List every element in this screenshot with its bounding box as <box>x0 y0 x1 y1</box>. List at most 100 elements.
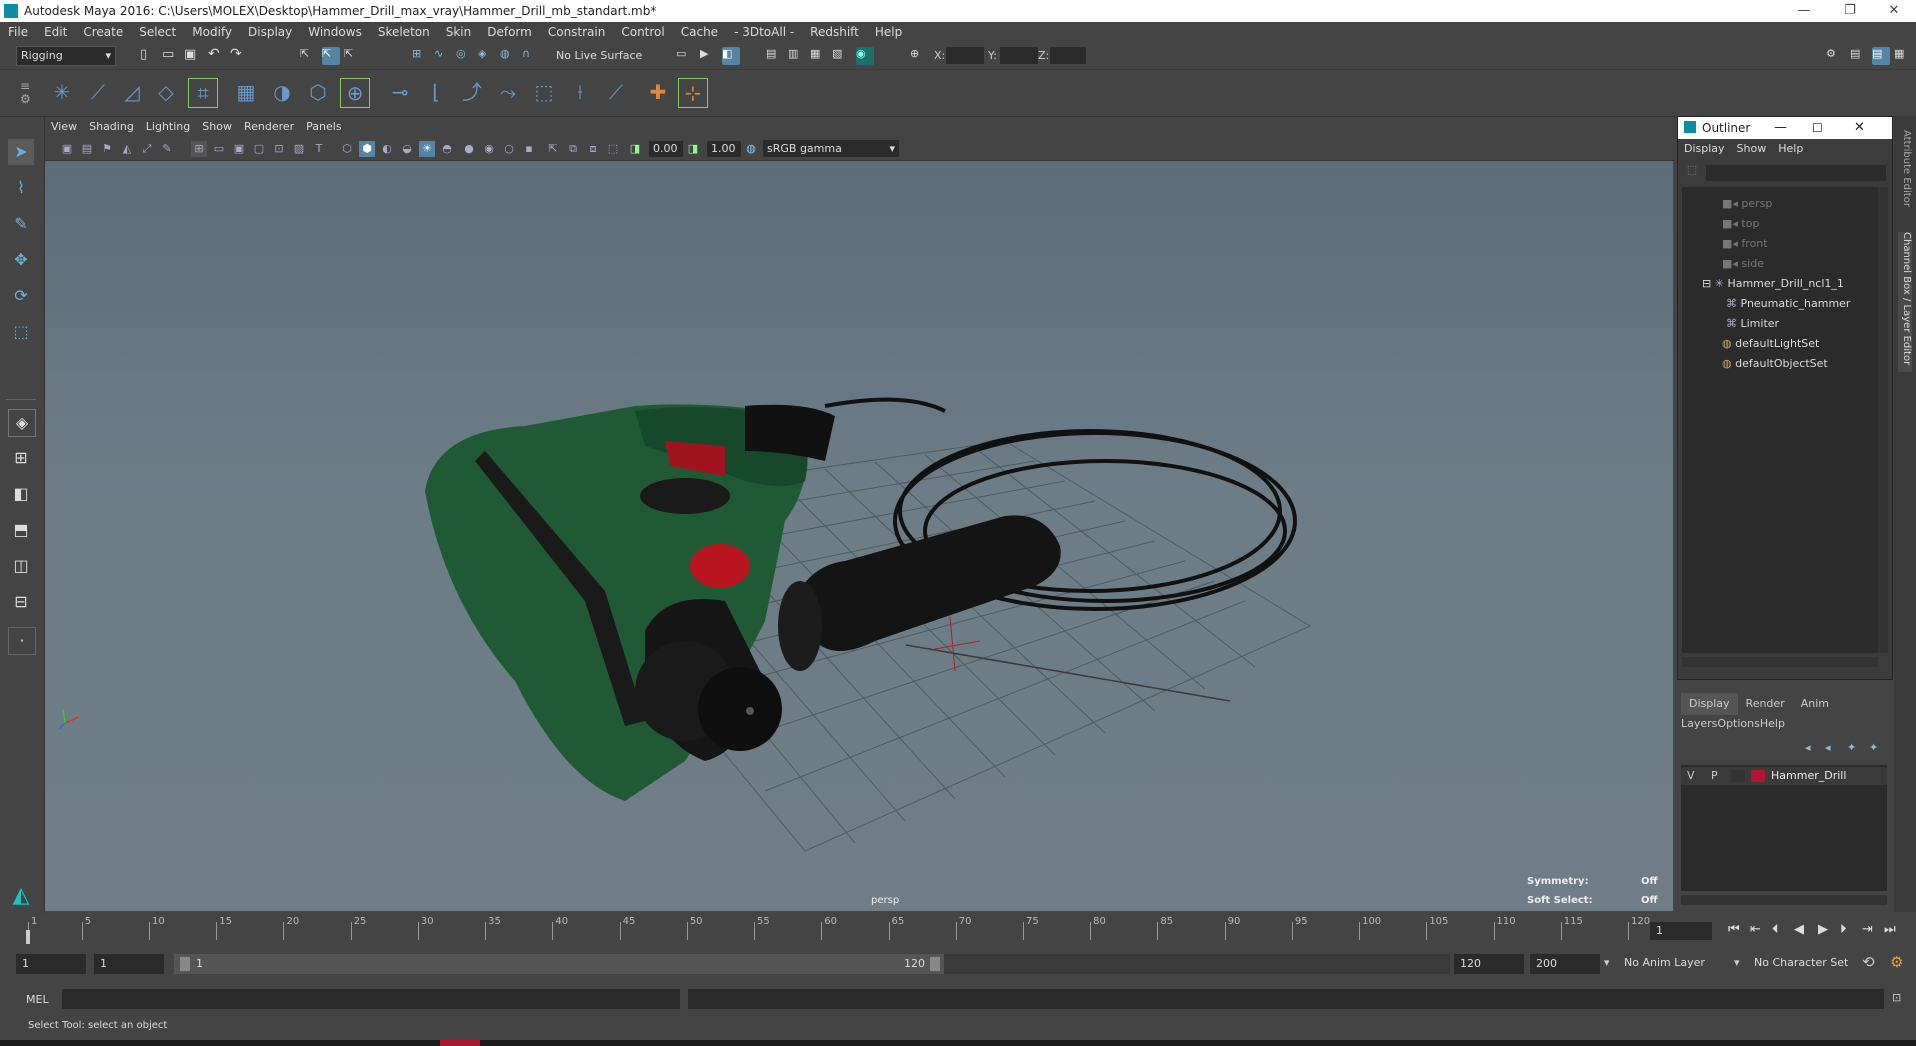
menu-redshift[interactable]: Redshift <box>802 22 867 43</box>
mode-selector[interactable]: Rigging ▾ <box>16 46 116 66</box>
shadows-icon[interactable]: ◓ <box>439 141 455 157</box>
step-back-frame-icon[interactable]: ⏴ <box>1772 922 1779 937</box>
range-bar-track[interactable] <box>944 954 1450 974</box>
start-time-field[interactable]: 1 <box>16 954 86 974</box>
minimize-button[interactable]: — <box>1784 0 1824 22</box>
step-back-key-icon[interactable]: ⇤ <box>1750 922 1761 937</box>
tab-display[interactable]: Display <box>1681 693 1738 715</box>
outliner-vertical-scrollbar[interactable] <box>1878 187 1888 653</box>
wrap-deformer-icon[interactable]: ⬡ <box>304 78 332 106</box>
paint-select-tool-icon[interactable]: ✎ <box>8 211 34 237</box>
grease-pencil-icon[interactable]: ✎ <box>159 141 175 157</box>
script-language-toggle[interactable]: MEL <box>26 993 49 1006</box>
time-slider[interactable]: 1 5 10 15 20 25 30 35 40 45 50 55 60 65 70 75 80 85 90 95 10… <box>0 914 1916 948</box>
gamma-field[interactable]: 1.00 <box>707 141 741 157</box>
snap-curve-icon[interactable]: ∿ <box>434 47 452 65</box>
select-hierarchy-icon[interactable]: ⇱ <box>300 47 318 65</box>
range-bar[interactable]: 1 120 <box>174 954 944 974</box>
playback-start-field[interactable]: 1 <box>94 954 164 974</box>
field-chart-icon[interactable]: ⊡ <box>271 141 287 157</box>
film-gate-icon[interactable]: ▭ <box>211 141 227 157</box>
save-scene-icon[interactable]: ▣ <box>184 47 202 65</box>
open-scene-icon[interactable]: ▭ <box>162 47 180 65</box>
lasso-tool-icon[interactable]: ⌇ <box>8 175 34 201</box>
outliner-item-persp[interactable]: ■◂ persp <box>1722 195 1772 213</box>
menu-control[interactable]: Control <box>613 22 672 43</box>
channel-box-icon[interactable]: ▤ <box>1872 47 1890 65</box>
new-scene-icon[interactable]: ▯ <box>140 47 158 65</box>
xray-components-icon[interactable]: ⬚ <box>605 141 621 157</box>
ik-handle-icon[interactable]: ⊸ <box>386 78 414 106</box>
live-surface-label[interactable]: No Live Surface <box>556 49 642 62</box>
create-joint-icon[interactable]: ✳ <box>48 78 76 106</box>
undo-icon[interactable]: ↶ <box>208 46 226 64</box>
character-set-dropdown[interactable]: No Character Set <box>1754 956 1848 969</box>
custom-layout-icon[interactable]: · <box>8 627 36 655</box>
tool-settings-icon[interactable]: ▦ <box>1894 47 1912 65</box>
render-settings-icon[interactable]: ▤ <box>766 47 784 65</box>
mirror-joint-icon[interactable]: ◿ <box>118 78 146 106</box>
textured-icon[interactable]: ◒ <box>399 141 415 157</box>
outliner-item-front[interactable]: ■◂ front <box>1722 235 1768 253</box>
four-view-layout-icon[interactable]: ⊞ <box>8 445 34 471</box>
paint-weights-icon[interactable]: ⟊ <box>566 78 594 106</box>
animation-preferences-icon[interactable]: ⚙ <box>1890 953 1903 971</box>
wireframe-icon[interactable]: ⬡ <box>339 141 355 157</box>
render-region-icon[interactable]: ▭ <box>676 47 694 65</box>
exposure-icon[interactable]: ◨ <box>627 141 643 157</box>
menu-constrain[interactable]: Constrain <box>540 22 614 43</box>
wireframe-on-shaded-icon[interactable]: ◐ <box>379 141 395 157</box>
go-to-end-icon[interactable]: ⏭ <box>1884 922 1896 937</box>
multisample-aa-icon[interactable]: ○ <box>501 141 517 157</box>
z-field[interactable] <box>1050 47 1086 64</box>
go-to-start-icon[interactable]: ⏮ <box>1728 922 1740 937</box>
tab-render[interactable]: Render <box>1738 693 1793 715</box>
channel-box-tab[interactable]: Channel Box / Layer Editor <box>1898 232 1912 372</box>
new-layer-icon[interactable]: ✦ <box>1847 741 1856 754</box>
bind-skin-icon[interactable]: ⌗ <box>188 78 218 108</box>
time-ruler[interactable]: 1 5 10 15 20 25 30 35 40 45 50 55 60 65 70 75 80 85 90 95 10… <box>26 914 1650 948</box>
ik-spline-icon[interactable]: ⌊ <box>422 78 450 106</box>
safe-action-icon[interactable]: ▧ <box>291 141 307 157</box>
parent-constraint-icon[interactable]: ⊹ <box>678 78 708 108</box>
ik-spring-icon[interactable]: ⤴ <box>458 78 486 106</box>
script-editor-icon[interactable]: ⊡ <box>1892 991 1901 1004</box>
select-component-icon[interactable]: ⇱ <box>344 47 362 65</box>
ik-curve-icon[interactable]: ⤳ <box>494 78 522 106</box>
y-field[interactable] <box>1000 47 1038 64</box>
select-object-icon[interactable]: ⇱ <box>322 47 340 65</box>
outliner-item-limiter[interactable]: ⌘ Limiter <box>1726 315 1779 333</box>
skin-cluster-icon[interactable]: ⬚ <box>530 78 558 106</box>
panel-menu-shading[interactable]: Shading <box>83 117 140 137</box>
depth-of-field-icon[interactable]: ▪ <box>521 141 537 157</box>
taskbar-active-app[interactable] <box>440 1040 480 1046</box>
select-tool-icon[interactable]: ➤ <box>8 139 34 165</box>
isolate-select-icon[interactable]: ⇱ <box>545 141 561 157</box>
menu-edit[interactable]: Edit <box>36 22 75 43</box>
single-perspective-layout-icon[interactable]: ◈ <box>8 409 36 437</box>
layer-menu-options[interactable]: Options <box>1717 717 1759 730</box>
new-layer-selected-icon[interactable]: ✦ <box>1869 741 1878 754</box>
outliner-menu-help[interactable]: Help <box>1772 139 1809 159</box>
step-forward-key-icon[interactable]: ⇥ <box>1862 922 1873 937</box>
lattice-icon[interactable]: ▦ <box>232 78 260 106</box>
layer-color-swatch[interactable] <box>1751 770 1765 782</box>
locator-icon[interactable]: ✚ <box>644 78 672 106</box>
menu-create[interactable]: Create <box>75 22 131 43</box>
render-frame-icon[interactable]: ▶ <box>700 47 718 65</box>
outliner-menu-show[interactable]: Show <box>1731 139 1773 159</box>
command-input[interactable] <box>62 989 680 1009</box>
panel-menu-view[interactable]: View <box>45 117 83 137</box>
panel-menu-lighting[interactable]: Lighting <box>140 117 196 137</box>
chevron-down-icon[interactable]: ▾ <box>1604 956 1610 969</box>
step-forward-frame-icon[interactable]: ⏵ <box>1840 922 1847 937</box>
menu-display[interactable]: Display <box>240 22 300 43</box>
camera-select-icon[interactable]: ▣ <box>59 141 75 157</box>
hypershade-layout-icon[interactable]: ◫ <box>8 553 34 579</box>
resolution-gate-icon[interactable]: ▣ <box>231 141 247 157</box>
outliner-item-default-light-set[interactable]: ◍ defaultLightSet <box>1722 335 1819 353</box>
range-start-handle[interactable] <box>180 957 190 971</box>
uv-layout-icon[interactable]: ⊟ <box>8 589 34 615</box>
image-plane-icon[interactable]: ◭ <box>119 141 135 157</box>
2d-pan-zoom-icon[interactable]: ⤢ <box>139 141 155 157</box>
